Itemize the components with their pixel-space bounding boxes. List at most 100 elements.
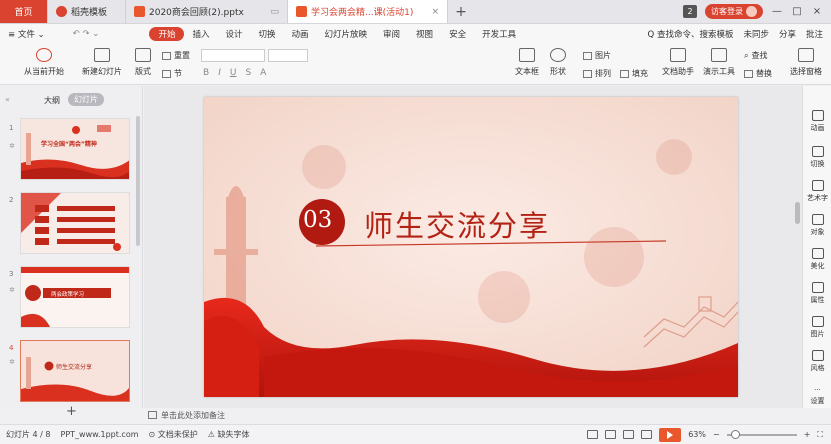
pane-settings[interactable]: ··· 设置 (803, 386, 831, 406)
minimize-button[interactable]: — (771, 6, 783, 17)
menu-animation[interactable]: 动画 (284, 28, 317, 40)
font-size-select[interactable] (268, 49, 308, 62)
comment-button[interactable]: 批注 (806, 28, 823, 40)
add-slide-button[interactable]: + (66, 404, 77, 419)
tab-bar: 首页 稻壳模板 2020商会回顾(2).pptx ▭ 学习会两会精...课(活动… (0, 0, 831, 24)
replace-label: 替换 (756, 69, 772, 78)
section-label: 节 (174, 69, 182, 78)
font-name-select[interactable] (201, 49, 265, 62)
reading-view-icon[interactable] (623, 430, 635, 439)
from-current-button[interactable]: 从当前开始 (24, 48, 64, 77)
new-slide-label: 新建幻灯片 (82, 67, 122, 76)
protect-status[interactable]: ⊙ 文档未保护 (149, 429, 198, 440)
font-color-icon[interactable]: A (260, 68, 266, 78)
reset-button[interactable]: 重置 (162, 50, 190, 61)
notes-view-icon[interactable] (641, 430, 653, 439)
italic-icon[interactable]: I (218, 68, 221, 78)
transition-star-icon: ✲ (9, 358, 15, 366)
collapse-icon[interactable]: « (5, 95, 10, 104)
find-button[interactable]: ⌕ 查找 (744, 50, 767, 61)
reset-icon (162, 51, 171, 60)
pane-properties[interactable]: 属性 (803, 282, 831, 305)
slide-thumbnail[interactable]: 两会政策学习 (20, 266, 130, 328)
current-slide[interactable]: 03 师生交流分享 (204, 97, 738, 397)
pane-animation[interactable]: 动画 (803, 110, 831, 133)
fit-window-icon[interactable]: ⛶ (817, 430, 823, 440)
thumb-2-art (21, 193, 129, 253)
slide-thumbnail-selected[interactable]: 师生交流分享 (20, 340, 130, 402)
workspace-badge[interactable]: 2 (683, 5, 697, 18)
tab-file-1[interactable]: 2020商会回顾(2).pptx ▭ (126, 0, 288, 23)
zoom-in-button[interactable]: + (804, 430, 811, 439)
pane-picture[interactable]: 图片 (803, 316, 831, 339)
close-window-button[interactable]: × (811, 6, 823, 17)
shape-button[interactable]: 形状 (550, 48, 566, 77)
select-pane-label: 选择窗格 (790, 67, 822, 76)
menu-design[interactable]: 设计 (217, 28, 250, 40)
search-command[interactable]: Q 查找命令、搜索模板 (648, 28, 734, 40)
zoom-level[interactable]: 63% (688, 430, 706, 439)
doc-assist-button[interactable]: 文档助手 (662, 48, 694, 77)
menu-developer[interactable]: 开发工具 (474, 28, 524, 40)
menu-home[interactable]: 开始 (149, 26, 185, 41)
slideshow-button[interactable] (659, 427, 682, 442)
close-tab-icon[interactable]: × (431, 7, 439, 17)
underline-icon[interactable]: U (230, 68, 237, 78)
slide-thumbnail[interactable]: 学习全国“两会”精神 (20, 118, 130, 180)
slide-title[interactable]: 师生交流分享 (364, 203, 550, 245)
thumbnail-scrollbar[interactable] (136, 116, 140, 246)
login-button[interactable]: 访客登录 (705, 4, 763, 19)
picture-button[interactable]: 图片 (583, 50, 611, 61)
pane-wordart[interactable]: 艺术字 (803, 180, 831, 203)
monitor-icon[interactable]: ▭ (270, 7, 279, 17)
menu-security[interactable]: 安全 (441, 28, 474, 40)
bold-icon[interactable]: B (203, 68, 209, 78)
pane-label: 对象 (810, 228, 825, 236)
menu-view[interactable]: 视图 (408, 28, 441, 40)
select-pane-button[interactable]: 选择窗格 (790, 48, 822, 77)
tab-file-2[interactable]: 学习会两会精...课(活动1) × (288, 0, 448, 23)
fill-button[interactable]: 填充 (620, 68, 648, 79)
menu-slideshow[interactable]: 幻灯片放映 (317, 28, 376, 40)
replace-button[interactable]: 替换 (744, 68, 772, 79)
sorter-view-icon[interactable] (605, 430, 617, 439)
format-buttons: B I U S A (203, 68, 266, 78)
tab-slides[interactable]: 幻灯片 (68, 93, 104, 106)
play-tools-button[interactable]: 演示工具 (703, 48, 735, 77)
zoom-knob[interactable] (730, 429, 740, 439)
canvas-scrollbar[interactable] (795, 202, 800, 224)
new-tab-button[interactable]: + (448, 0, 474, 23)
maximize-button[interactable]: □ (791, 6, 803, 17)
tab-docer[interactable]: 稻壳模板 (48, 0, 126, 23)
slide-thumbnail[interactable] (20, 192, 130, 254)
strike-icon[interactable]: S (245, 68, 251, 78)
notes-area[interactable]: 单击此处添加备注 (144, 408, 802, 422)
pane-style[interactable]: 风格 (803, 350, 831, 373)
zoom-slider[interactable] (726, 429, 797, 439)
layout-button[interactable]: 版式 (135, 48, 151, 77)
sync-status[interactable]: 未同步 (743, 28, 769, 40)
pane-transition[interactable]: 切换 (803, 146, 831, 169)
share-button[interactable]: 分享 (779, 28, 796, 40)
tab-home[interactable]: 首页 (0, 0, 48, 23)
menu-insert[interactable]: 插入 (184, 28, 217, 40)
missing-font-status[interactable]: ⚠ 缺失字体 (208, 429, 250, 440)
menu-review[interactable]: 审阅 (375, 28, 408, 40)
textbox-button[interactable]: 文本框 (515, 48, 539, 77)
replace-icon (744, 69, 753, 78)
normal-view-icon[interactable] (587, 430, 599, 439)
play-tools-icon (711, 48, 727, 62)
new-slide-button[interactable]: 新建幻灯片 (82, 48, 122, 77)
fill-label: 填充 (632, 69, 648, 78)
file-menu[interactable]: ≡ 文件 ⌄ (6, 28, 53, 40)
section-button[interactable]: 节 (162, 68, 182, 79)
menu-transition[interactable]: 切换 (250, 28, 283, 40)
thumb-title: 学习全国“两会”精神 (41, 141, 97, 148)
pane-beautify[interactable]: 美化 (803, 248, 831, 271)
pane-object[interactable]: 对象 (803, 214, 831, 237)
arrange-button[interactable]: 排列 (583, 68, 611, 79)
zoom-out-button[interactable]: − (713, 430, 720, 439)
tab-outline[interactable]: 大纲 (44, 95, 60, 106)
pane-label: 属性 (810, 296, 825, 304)
textbox-icon (519, 48, 535, 62)
